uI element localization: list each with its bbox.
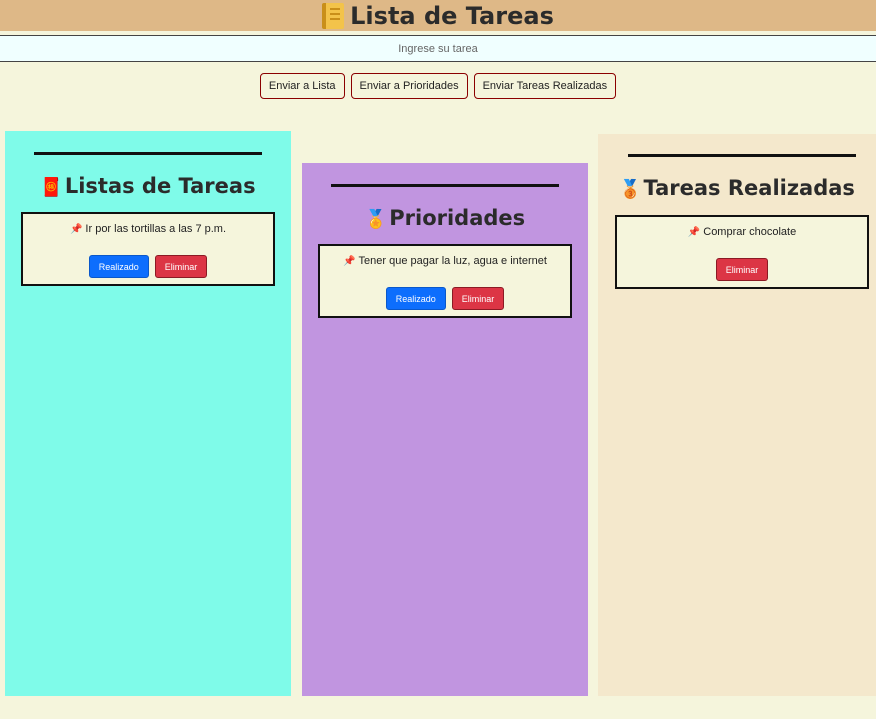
column-title: 🧧Listas de Tareas [5,174,291,198]
task-card: 📌 Tener que pagar la luz, agua e internet… [318,244,572,318]
column-divider [331,184,559,187]
send-to-list-button[interactable]: Enviar a Lista [259,73,345,99]
task-card: 📌 Ir por las tortillas a las 7 p.m. Reali… [21,212,275,286]
task-actions: Realizado Eliminar [320,287,570,310]
task-text-label: Tener que pagar la luz, agua e internet [358,255,547,267]
task-text-label: Ir por las tortillas a las 7 p.m. [85,223,227,235]
task-text: 📌 Tener que pagar la luz, agua e internet [320,255,570,267]
delete-button[interactable]: Eliminar [451,287,505,310]
done-button[interactable]: Realizado [88,255,149,278]
done-button[interactable]: Realizado [385,287,446,310]
task-actions: Realizado Eliminar [23,255,273,278]
task-card: 📌 Comprar chocolate Eliminar [615,215,869,289]
pushpin-icon: 📌 [343,256,356,267]
pushpin-icon: 📌 [69,224,83,235]
bronze-medal-icon: 🥉 [619,179,642,200]
app-header: Lista de Tareas [0,0,876,31]
send-to-priorities-button[interactable]: Enviar a Prioridades [350,73,468,99]
column-title-text: Tareas Realizadas [643,176,855,200]
red-envelope-icon: 🧧 [40,177,63,198]
column-title: 🏅Prioridades [302,206,588,230]
task-actions: Eliminar [617,258,867,281]
medal-icon: 🏅 [364,209,388,230]
send-buttons: Enviar a Lista Enviar a Prioridades Envi… [0,73,876,99]
send-to-done-button[interactable]: Enviar Tareas Realizadas [473,73,617,99]
done-column: 🥉Tareas Realizadas 📌 Comprar chocolate El… [598,134,876,696]
task-text: 📌 Ir por las tortillas a las 7 p.m. [23,223,273,235]
column-divider [628,154,856,157]
task-list-column: 🧧Listas de Tareas 📌 Ir por las tortillas … [5,131,291,696]
column-title-text: Prioridades [389,206,526,230]
task-text-label: Comprar chocolate [703,226,797,238]
task-text: 📌 Comprar chocolate [617,226,867,238]
delete-button[interactable]: Eliminar [715,258,769,281]
delete-button[interactable]: Eliminar [154,255,208,278]
column-title-text: Listas de Tareas [64,174,256,198]
task-input[interactable] [0,35,876,62]
column-title: 🥉Tareas Realizadas [598,176,876,200]
page-title-text: Lista de Tareas [350,1,554,30]
page-title: Lista de Tareas [322,2,554,30]
column-divider [34,152,262,155]
pushpin-icon: 📌 [687,227,701,238]
priorities-column: 🏅Prioridades 📌 Tener que pagar la luz, ag… [302,163,588,696]
notebook-icon [322,2,345,29]
